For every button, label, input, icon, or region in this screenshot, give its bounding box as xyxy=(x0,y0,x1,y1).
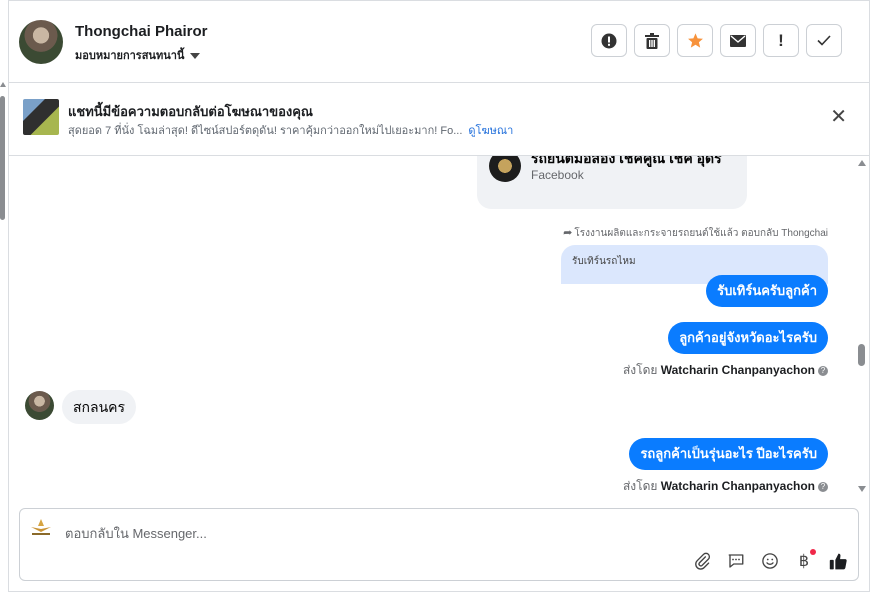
sent-by-prefix: ส่งโดย xyxy=(622,479,658,493)
scrollbar-thumb[interactable] xyxy=(858,344,865,366)
star-button[interactable] xyxy=(677,24,713,57)
delete-button[interactable] xyxy=(634,24,670,57)
outgoing-message[interactable]: ลูกค้าอยู่จังหวัดอะไรครับ xyxy=(668,322,828,354)
outgoing-message[interactable]: รับเทิร์นครับลูกค้า xyxy=(706,275,828,307)
avatar[interactable] xyxy=(19,20,63,64)
alert-circle-button[interactable] xyxy=(591,24,627,57)
reply-input[interactable]: ตอบกลับใน Messenger... xyxy=(65,523,207,544)
mark-done-button[interactable] xyxy=(806,24,842,57)
smiley-icon xyxy=(762,553,778,569)
payment-button[interactable]: ฿ xyxy=(794,549,816,571)
ad-thumbnail[interactable] xyxy=(23,99,59,135)
conversation-header: Thongchai Phairor มอบหมายการสนทนานี้ ! xyxy=(9,0,869,83)
composer-tools: ฿ xyxy=(692,549,848,571)
reply-composer[interactable]: ตอบกลับใน Messenger... ฿ xyxy=(19,508,859,581)
incoming-message[interactable]: สกลนคร xyxy=(62,390,137,424)
sent-by-prefix: ส่งโดย xyxy=(622,363,658,377)
ad-banner-title: แชทนี้มีข้อความตอบกลับต่อโฆษณาของคุณ xyxy=(68,104,313,119)
page-info-card[interactable]: รถยนต์มือสอง เชคคูณ เชค อุดร Facebook xyxy=(477,156,747,209)
help-icon[interactable]: ? xyxy=(818,365,828,376)
help-icon[interactable]: ? xyxy=(818,481,828,492)
assign-conversation-dropdown[interactable]: มอบหมายการสนทนานี้ xyxy=(75,46,201,64)
left-scrollbar-thumb[interactable] xyxy=(0,96,5,220)
assign-label: มอบหมายการสนทนานี้ xyxy=(75,50,185,62)
left-scroll-up-arrow[interactable] xyxy=(0,82,6,87)
thumbs-up-icon xyxy=(829,553,847,569)
ad-banner-description: สุดยอด 7 ที่นั่ง โฉมล่าสุด! ดีไซน์สปอร์ต… xyxy=(68,121,513,139)
baht-icon: ฿ xyxy=(798,553,810,570)
page-logo xyxy=(489,156,521,182)
like-button[interactable] xyxy=(828,551,848,571)
outgoing-message[interactable]: รถลูกค้าเป็นรุ่นอะไร ปีอะไรครับ xyxy=(629,438,828,470)
scroll-down-arrow[interactable] xyxy=(858,486,866,492)
spam-button[interactable]: ! xyxy=(763,24,799,57)
notification-dot xyxy=(810,549,816,555)
paperclip-icon xyxy=(695,552,711,570)
header-actions: ! xyxy=(591,24,842,57)
check-icon xyxy=(817,35,831,46)
caret-down-icon xyxy=(190,53,201,60)
sent-by-label: ส่งโดย Watcharin Chanpanyachon? xyxy=(623,477,828,496)
sent-by-label: ส่งโดย Watcharin Chanpanyachon? xyxy=(623,361,828,380)
page-card-subtitle: Facebook xyxy=(531,168,584,182)
alert-circle-icon xyxy=(601,33,617,48)
scroll-up-arrow[interactable] xyxy=(858,160,866,166)
view-ad-link[interactable]: ดูโฆษณา xyxy=(468,125,513,137)
ad-description-text: สุดยอด 7 ที่นั่ง โฉมล่าสุด! ดีไซน์สปอร์ต… xyxy=(68,125,463,137)
ad-reply-banner: แชทนี้มีข้อความตอบกลับต่อโฆษณาของคุณ สุด… xyxy=(9,83,869,156)
avatar[interactable] xyxy=(25,391,54,420)
reply-note-text: โรงงานผลิตและกระจายรถยนต์ใช้แล้ว ตอบกลับ… xyxy=(574,228,828,239)
page-logo-icon xyxy=(31,519,51,535)
sent-by-name: Watcharin Chanpanyachon xyxy=(660,363,815,377)
message-list: รถยนต์มือสอง เชคคูณ เชค อุดร Facebook ➦ โ… xyxy=(9,156,859,506)
reply-arrow-icon: ➦ xyxy=(563,227,573,239)
reply-note: ➦ โรงงานผลิตและกระจายรถยนต์ใช้แล้ว ตอบกลั… xyxy=(563,226,828,241)
saved-replies-button[interactable] xyxy=(726,551,746,571)
envelope-icon xyxy=(730,34,746,47)
contact-name[interactable]: Thongchai Phairor xyxy=(75,23,208,40)
close-icon[interactable]: ✕ xyxy=(830,107,847,127)
trash-icon xyxy=(645,32,659,49)
star-icon xyxy=(687,33,703,48)
exclamation-icon: ! xyxy=(778,30,784,50)
mark-unread-button[interactable] xyxy=(720,24,756,57)
emoji-button[interactable] xyxy=(760,551,780,571)
chat-bubble-icon xyxy=(728,554,744,568)
sent-by-name: Watcharin Chanpanyachon xyxy=(660,479,815,493)
attach-button[interactable] xyxy=(692,551,712,571)
